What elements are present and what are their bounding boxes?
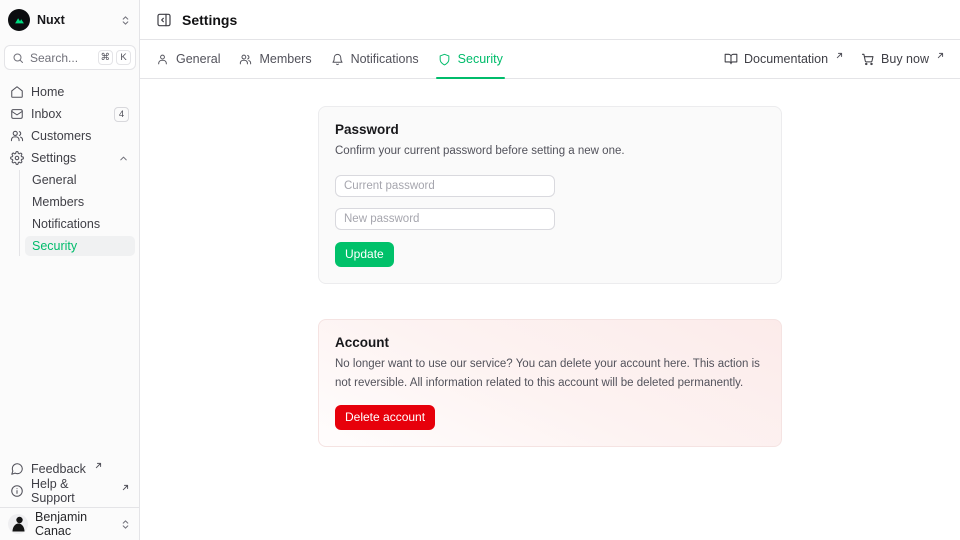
home-icon [10,85,24,99]
sidebar-item-label: Settings [31,151,76,165]
tab-general[interactable]: General [156,40,220,78]
current-password-field[interactable] [335,175,555,197]
kbd-meta: ⌘ [98,50,114,65]
bell-icon [331,53,344,66]
tab-label: General [176,52,220,66]
password-card: Password Confirm your current password b… [318,106,782,284]
sidebar-item-home[interactable]: Home [4,82,135,102]
chevron-up-down-icon [120,519,131,530]
sidebar-item-label: Inbox [31,107,62,121]
external-link-icon [95,462,102,469]
tab-label: Members [259,52,311,66]
sidebar-footer: Feedback Help & Support [0,459,139,507]
external-link-icon [122,484,129,491]
app-window: Nuxt Search... ⌘ K [0,0,960,540]
delete-account-button[interactable]: Delete account [335,405,435,430]
sidebar-item-label: Members [32,195,84,209]
sidebar-nav: Home Inbox 4 Customers [0,70,139,258]
inbox-count-badge: 4 [114,107,129,122]
search-icon [12,52,24,64]
sidebar-item-notifications[interactable]: Notifications [25,214,135,234]
new-password-field[interactable] [335,208,555,230]
sidebar-item-label: Home [31,85,64,99]
user-menu[interactable]: Benjamin Canac [0,507,139,540]
info-circle-icon [10,484,24,498]
sidebar-item-help-support[interactable]: Help & Support [4,481,135,501]
tab-label: Notifications [351,52,419,66]
update-password-button[interactable]: Update [335,242,394,267]
user-avatar [8,514,28,534]
team-name: Nuxt [37,13,65,27]
buy-now-link[interactable]: Buy now [861,52,944,66]
page-header: Settings [140,0,960,40]
book-open-icon [724,52,738,66]
cart-icon [861,52,875,66]
external-link-icon [937,52,944,59]
team-switcher[interactable]: Nuxt [0,0,139,40]
chevron-up-icon [118,153,129,164]
sidebar-item-security[interactable]: Security [25,236,135,256]
tab-notifications[interactable]: Notifications [331,40,419,78]
sidebar-item-label: Help & Support [31,477,113,505]
chat-bubble-icon [10,462,24,476]
sidebar-item-members[interactable]: Members [25,192,135,212]
users-icon [239,53,252,66]
chevron-up-down-icon [120,15,131,26]
sidebar: Nuxt Search... ⌘ K [0,0,140,540]
sidebar-item-feedback[interactable]: Feedback [4,459,135,479]
search-input[interactable]: Search... ⌘ K [4,45,136,70]
link-label: Documentation [744,52,828,66]
sidebar-item-label: Notifications [32,217,100,231]
tab-members[interactable]: Members [239,40,311,78]
sidebar-item-label: General [32,173,76,187]
tab-bar: General Members Notifications [140,40,960,79]
sidebar-item-label: Security [32,239,77,253]
sidebar-item-customers[interactable]: Customers [4,126,135,146]
account-card: Account No longer want to use our servic… [318,319,782,447]
page-title: Settings [182,12,237,28]
settings-security-content: Password Confirm your current password b… [140,79,960,540]
external-link-icon [836,52,843,59]
sidebar-collapse-icon[interactable] [156,12,172,28]
users-icon [10,129,24,143]
user-name: Benjamin Canac [35,510,113,538]
tab-label: Security [458,52,503,66]
sidebar-item-settings[interactable]: Settings [4,148,135,168]
link-label: Buy now [881,52,929,66]
shield-icon [438,53,451,66]
account-card-title: Account [335,335,765,350]
account-card-description: No longer want to use our service? You c… [335,355,765,393]
main-panel: Settings General Members [140,0,960,540]
tab-security[interactable]: Security [438,40,503,78]
search-placeholder: Search... [30,51,78,65]
gear-icon [10,151,24,165]
inbox-icon [10,107,24,121]
user-icon [156,53,169,66]
sidebar-item-inbox[interactable]: Inbox 4 [4,104,135,124]
nuxt-logo-icon [8,9,30,31]
sidebar-item-general[interactable]: General [25,170,135,190]
settings-submenu: General Members Notifications Security [19,170,135,256]
search-shortcut: ⌘ K [98,50,132,65]
sidebar-item-label: Customers [31,129,91,143]
sidebar-item-label: Feedback [31,462,86,476]
password-card-description: Confirm your current password before set… [335,142,765,161]
tabbar-links: Documentation Buy now [724,40,944,78]
kbd-k: K [116,50,131,65]
password-card-title: Password [335,122,765,137]
documentation-link[interactable]: Documentation [724,52,843,66]
